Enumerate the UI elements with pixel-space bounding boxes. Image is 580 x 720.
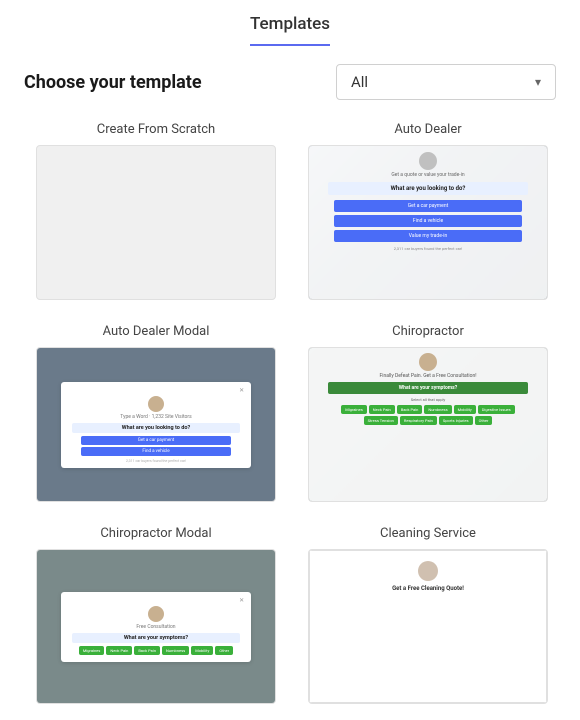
template-cell-chiropractor[interactable]: Chiropractor Finally Defeat Pain. Get a … [292, 316, 564, 518]
template-name-scratch: Create From Scratch [97, 122, 215, 137]
auto-dealer-question: What are you looking to do? [328, 182, 528, 195]
adm-footer: 2,311 car buyers found the perfect car! [126, 459, 186, 463]
template-preview-cleaning-service[interactable]: Get a Free Cleaning Quote! [308, 549, 548, 704]
symptom-other: Other [475, 416, 493, 425]
template-cell-cleaning-service[interactable]: Cleaning Service Get a Free Cleaning Quo… [292, 518, 564, 720]
chiro-avatar [419, 353, 437, 371]
cm-symptom-3: Back Pain [134, 646, 160, 655]
chevron-down-icon: ▾ [535, 75, 541, 89]
template-name-chiropractor: Chiropractor [392, 324, 464, 339]
symptom-back-pain: Back Pain [397, 405, 423, 414]
symptom-mobility: Mobility [454, 405, 476, 414]
symptom-digestive: Digestive Issues [478, 405, 515, 414]
cleaning-avatar [418, 561, 438, 581]
auto-dealer-btn3: Value my trade-in [334, 230, 523, 242]
page-header: Templates [250, 0, 330, 46]
modal-close-icon: ✕ [239, 387, 244, 394]
auto-dealer-avatar [419, 152, 437, 170]
template-cell-auto-dealer[interactable]: Auto Dealer Get a quote or value your tr… [292, 114, 564, 316]
chiro-modal-question: What are your symptoms? [72, 633, 240, 643]
cleaning-title: Get a Free Cleaning Quote! [392, 585, 464, 592]
chiro-modal-dialog: ✕ Free Consultation What are your sympto… [61, 592, 251, 662]
auto-dealer-modal-dialog: ✕ Type a Word · 1,232 Site Visitors What… [61, 382, 251, 468]
cm-symptom-4: Numbness [162, 646, 189, 655]
chiro-modal-close-icon: ✕ [239, 597, 244, 604]
chiro-modal-symptoms: Migraines Neck Pain Back Pain Numbness M… [72, 646, 240, 655]
symptom-migraines: Migraines [341, 405, 367, 414]
chiro-modal-subtitle: Free Consultation [136, 624, 175, 630]
adm-avatar [148, 396, 164, 412]
toolbar: Choose your template All ▾ [0, 46, 580, 114]
template-preview-auto-dealer-modal[interactable]: ✕ Type a Word · 1,232 Site Visitors What… [36, 347, 276, 502]
template-preview-scratch[interactable] [36, 145, 276, 300]
template-name-cleaning-service: Cleaning Service [380, 526, 476, 541]
adm-btn2: Find a vehicle [81, 447, 231, 456]
symptom-numbness: Numbness [424, 405, 451, 414]
chiro-symptoms-row: Migraines Neck Pain Back Pain Numbness M… [328, 405, 528, 425]
cm-symptom-6: Other [215, 646, 233, 655]
cm-symptom-2: Neck Pain [106, 646, 132, 655]
chiro-question: What are your symptoms? [328, 382, 528, 394]
auto-dealer-btn1: Get a car payment [334, 200, 523, 212]
cm-symptom-5: Mobility [191, 646, 213, 655]
symptom-neck-pain: Neck Pain [369, 405, 395, 414]
cm-symptom-1: Migraines [79, 646, 105, 655]
chiro-subtitle: Finally Defeat Pain. Get a Free Consulta… [379, 373, 476, 379]
template-preview-chiropractor[interactable]: Finally Defeat Pain. Get a Free Consulta… [308, 347, 548, 502]
template-name-chiropractor-modal: Chiropractor Modal [100, 526, 211, 541]
symptom-respiratory: Respiratory Pain [400, 416, 437, 425]
template-name-auto-dealer-modal: Auto Dealer Modal [103, 324, 210, 339]
auto-dealer-subtitle: Get a quote or value your trade-in [391, 172, 464, 178]
symptom-stress: Stress Tension [364, 416, 398, 425]
auto-dealer-footer: 2,311 car buyers found the perfect car! [394, 246, 462, 251]
filter-value: All [351, 73, 368, 91]
symptom-sports: Sports Injuries [439, 416, 473, 425]
template-name-auto-dealer: Auto Dealer [394, 122, 461, 137]
page-title: Templates [250, 14, 330, 34]
templates-grid: Create From Scratch Auto Dealer Get a qu… [0, 114, 580, 720]
template-cell-scratch[interactable]: Create From Scratch [20, 114, 292, 316]
filter-dropdown[interactable]: All ▾ [336, 64, 556, 100]
chiro-modal-avatar [148, 606, 164, 622]
adm-top-text: Type a Word · 1,232 Site Visitors [120, 414, 191, 420]
auto-dealer-btn2: Find a vehicle [334, 215, 523, 227]
template-cell-auto-dealer-modal[interactable]: Auto Dealer Modal ✕ Type a Word · 1,232 … [20, 316, 292, 518]
template-preview-auto-dealer[interactable]: Get a quote or value your trade-in What … [308, 145, 548, 300]
toolbar-label: Choose your template [24, 72, 202, 93]
chiro-sublabel: Select all that apply [411, 397, 446, 402]
adm-btn1: Get a car payment [81, 436, 231, 445]
adm-question: What are you looking to do? [72, 423, 240, 433]
template-cell-chiropractor-modal[interactable]: Chiropractor Modal ✕ Free Consultation W… [20, 518, 292, 720]
template-preview-chiropractor-modal[interactable]: ✕ Free Consultation What are your sympto… [36, 549, 276, 704]
